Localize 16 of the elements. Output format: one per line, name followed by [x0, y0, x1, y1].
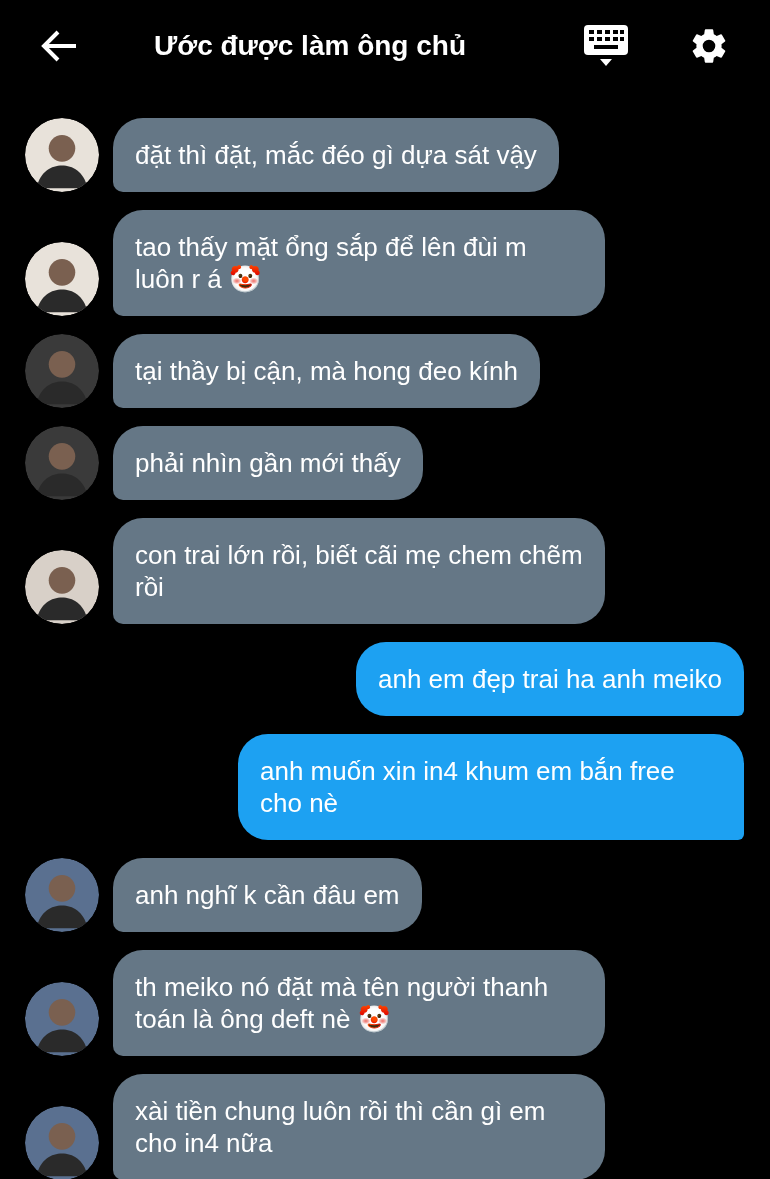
received-message: anh nghĩ k cần đâu em: [113, 858, 422, 932]
avatar[interactable]: [25, 118, 99, 192]
received-message: xài tiền chung luôn rồi thì cần gì em cho in4 nữa: [113, 1074, 605, 1179]
keyboard-icon[interactable]: [584, 25, 628, 67]
sent-message: anh em đẹp trai ha anh meiko: [356, 642, 744, 716]
received-message: con trai lớn rồi, biết cãi mẹ chem chẽm rồi: [113, 518, 605, 624]
avatar[interactable]: [25, 550, 99, 624]
back-arrow-icon[interactable]: [40, 29, 78, 63]
received-message: th meiko nó đặt mà tên người thanh toán là ông deft nè 🤡: [113, 950, 605, 1056]
chat-title: Ước được làm ông chủ: [154, 29, 468, 63]
avatar[interactable]: [25, 242, 99, 316]
received-message: tao thấy mặt ổng sắp để lên đùi m luôn r á 🤡: [113, 210, 605, 316]
received-message: tại thầy bị cận, mà hong đeo kính: [113, 334, 541, 408]
received-message: đặt thì đặt, mắc đéo gì dựa sát vậy: [113, 118, 559, 192]
sent-message: anh muốn xin in4 khum em bắn free cho nè: [238, 734, 744, 840]
received-message: phải nhìn gần mới thấy: [113, 426, 423, 500]
